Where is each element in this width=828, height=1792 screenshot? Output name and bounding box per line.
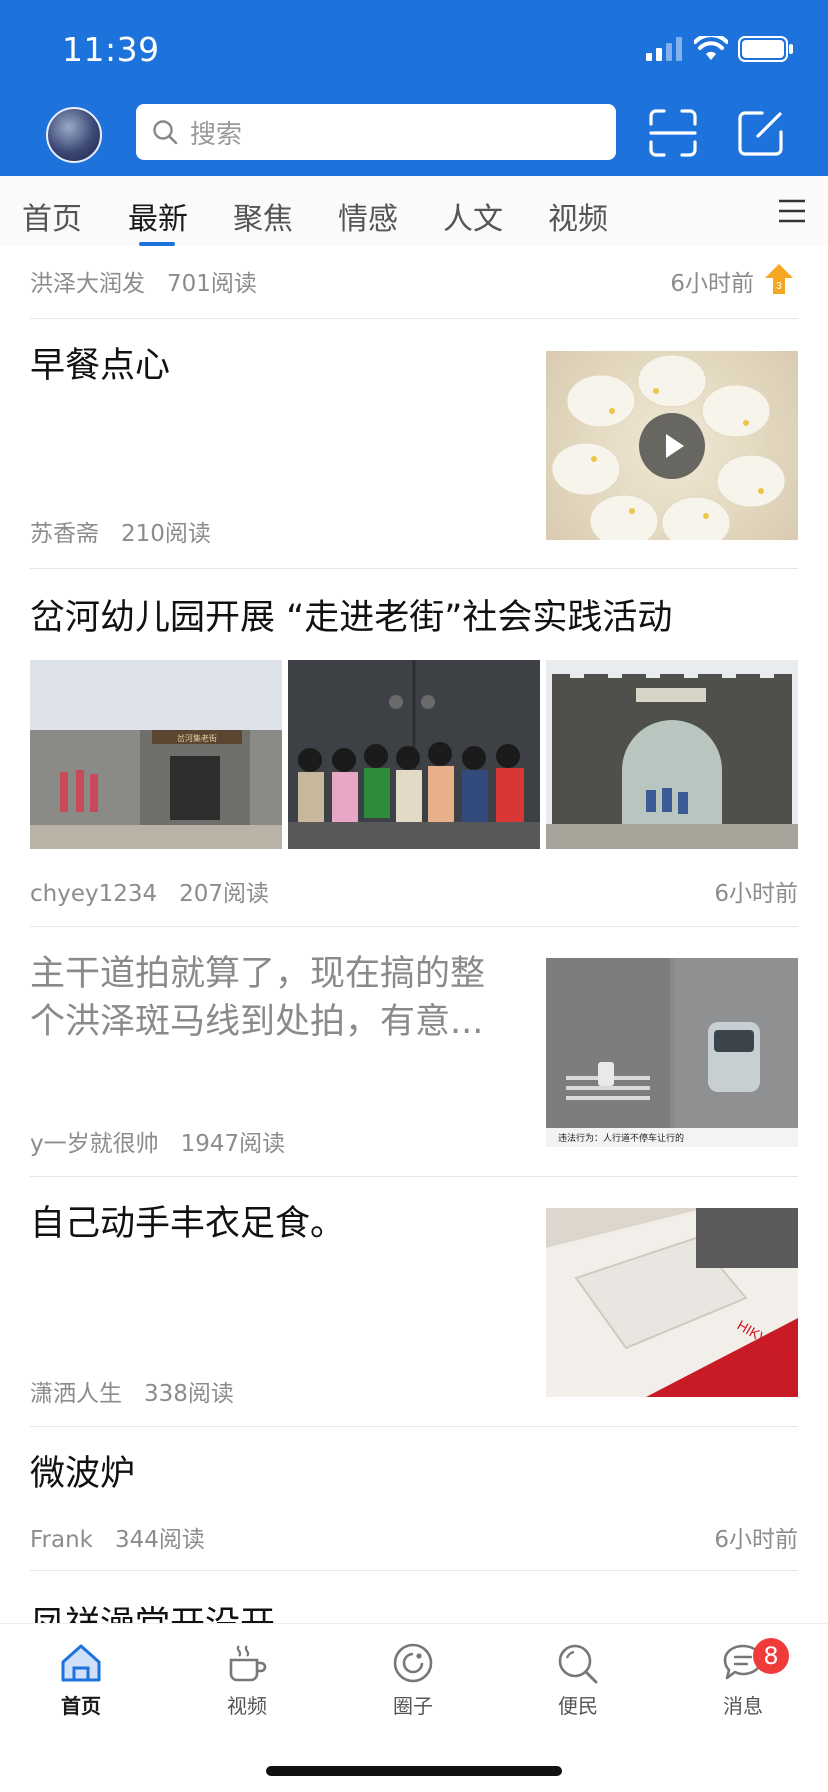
author-name: y一岁就很帅 [30,1131,159,1157]
list-item-meta: 潇洒人生 338阅读 [30,1374,234,1408]
nav-label: 消息 [723,1694,763,1718]
children-at-door-image [288,660,540,849]
read-count: 344阅读 [115,1527,205,1553]
svg-text:3: 3 [776,281,782,292]
play-icon[interactable] [639,413,705,479]
home-indicator [266,1766,562,1776]
search-icon [153,120,178,145]
read-count: 1947阅读 [180,1131,286,1157]
tab-video[interactable]: 视频 [548,194,608,238]
cellular-signal-icon [646,37,682,61]
article-title: 岔河幼儿园开展 “走进老街”社会实践活动 [30,598,673,638]
scan-icon[interactable] [648,108,698,158]
author-name: 潇洒人生 [30,1381,122,1407]
nav-label: 首页 [61,1694,101,1718]
status-time: 11:39 [62,30,160,69]
post-time: 6小时前 [714,881,798,907]
read-count: 338阅读 [144,1381,234,1407]
tab-humanities[interactable]: 人文 [443,194,503,238]
article-image[interactable] [546,660,798,849]
menu-icon[interactable] [778,198,806,224]
article-title: 自己动手丰衣足食。 [30,1204,346,1244]
home-icon [61,1644,101,1682]
article-image[interactable]: 岔河集老街 [30,660,282,849]
nav-messages[interactable]: 消息 8 [693,1638,793,1719]
nav-label: 便民 [558,1694,598,1718]
tab-home[interactable]: 首页 [22,194,82,238]
author-name: chyey1234 [30,881,158,907]
divider [30,1426,798,1427]
tab-emotion[interactable]: 情感 [338,194,398,238]
traffic-camera-image: 违法行为：人行道不停车让行的 [546,958,798,1147]
article-image[interactable] [288,660,540,849]
old-street-gate-image: 岔河集老街 [30,660,282,849]
author-name: 洪泽大润发 [30,271,145,297]
divider [30,926,798,927]
nav-convenience[interactable]: 便民 [528,1642,628,1719]
read-count: 207阅读 [179,881,270,907]
list-item-meta: y一岁就很帅 1947阅读 [30,1124,285,1158]
read-count: 701阅读 [167,271,257,297]
nav-label: 圈子 [393,1694,433,1718]
wifi-icon [694,36,728,60]
article-title: 主干道拍就算了，现在搞的整 个洪泽斑马线到处拍，有意... [30,950,485,1046]
hot-trending-icon: 3 [765,264,793,294]
nav-video[interactable]: 视频 [197,1642,297,1719]
coffee-cup-icon [229,1645,267,1682]
list-item-meta: 洪泽大润发 701阅读 [30,264,257,298]
user-avatar[interactable] [46,107,102,163]
unread-badge: 8 [753,1638,789,1674]
author-name: 苏香斋 [30,521,99,547]
divider [30,1570,798,1571]
video-thumbnail[interactable] [546,351,798,540]
tab-latest[interactable]: 最新 [128,194,188,238]
active-tab-indicator [139,242,175,246]
post-time: 6小时前 [670,271,754,297]
status-icons [646,36,794,62]
tab-focus[interactable]: 聚焦 [233,194,293,238]
post-time: 6小时前 [714,1527,798,1553]
list-item-meta: Frank 344阅读 [30,1520,205,1554]
search-icon [558,1644,598,1684]
category-tabs: 首页 最新 聚焦 情感 人文 视频 [0,176,828,246]
divider [30,1176,798,1177]
image-caption: 违法行为：人行道不停车让行的 [558,1132,684,1144]
city-gate-image [546,660,798,849]
divider [30,568,798,569]
divider [30,318,798,319]
nav-home[interactable]: 首页 [31,1642,131,1719]
article-title: 早餐点心 [30,346,171,386]
nav-label: 视频 [227,1694,267,1718]
read-count: 210阅读 [121,521,211,547]
list-item-meta: chyey1234 207阅读 [30,874,269,908]
list-item-meta: 苏香斋 210阅读 [30,514,211,548]
circle-icon [393,1643,433,1683]
gate-sign-text: 岔河集老街 [177,733,217,743]
compose-icon[interactable] [736,108,786,158]
article-title: 微波炉 [30,1454,136,1494]
article-image[interactable]: 违法行为：人行道不停车让行的 [546,958,798,1147]
title-line: 主干道拍就算了，现在搞的整 [30,954,486,994]
battery-icon [738,36,793,62]
search-box[interactable]: 搜索 [136,104,616,160]
search-placeholder: 搜索 [190,119,243,150]
app-header: 11:39 搜索 [0,0,828,176]
article-image[interactable]: HIKVISION [546,1208,798,1397]
title-line: 个洪泽斑马线到处拍，有意... [30,1002,484,1042]
hikvision-box-image: HIKVISION [546,1208,798,1397]
nav-circle[interactable]: 圈子 [363,1642,463,1719]
author-name: Frank [30,1527,94,1553]
